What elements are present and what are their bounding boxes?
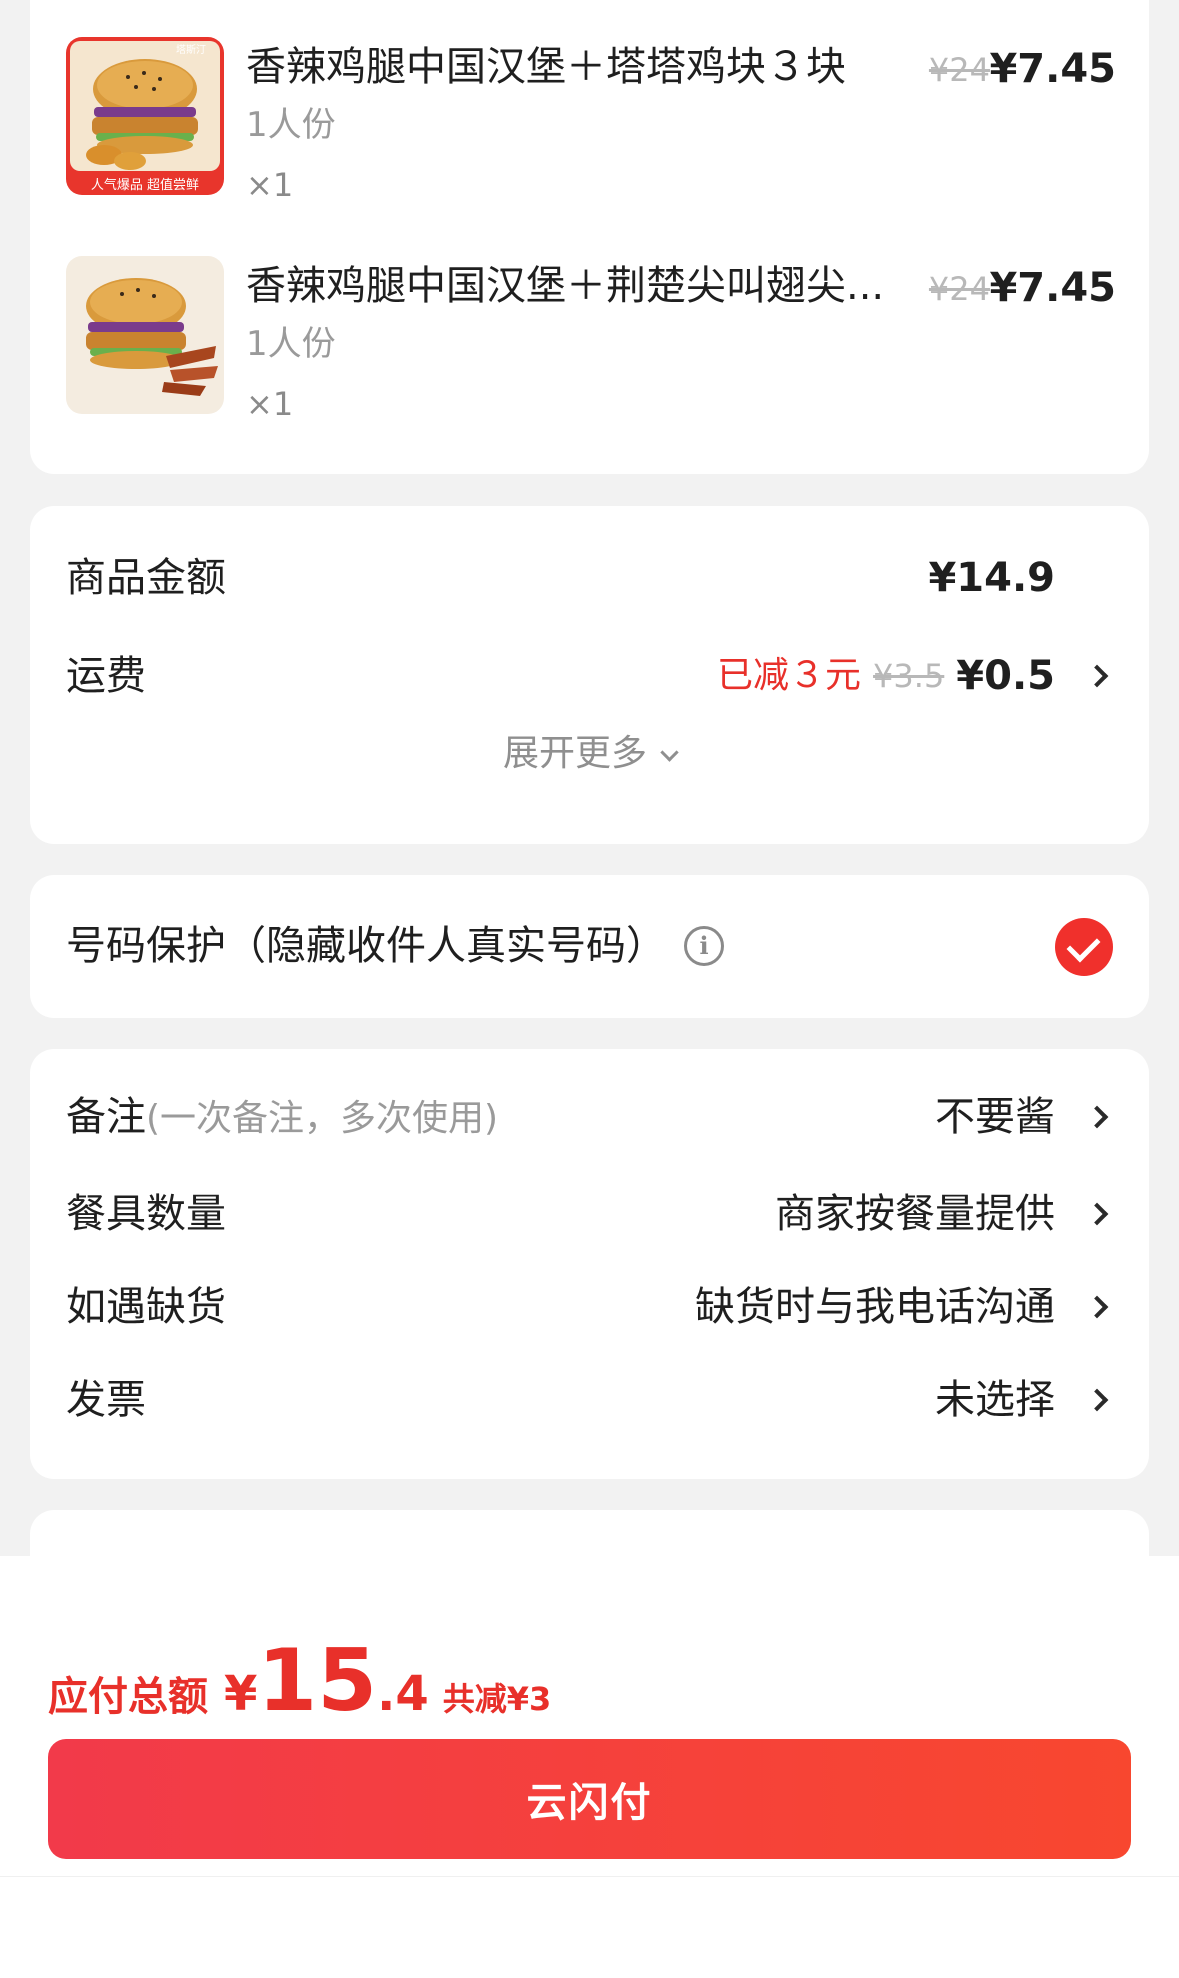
item-thumbnail: 人气爆品 超值尝鲜 塔斯汀	[66, 37, 224, 195]
invoice-row[interactable]: 未选择	[935, 1372, 1111, 1428]
item-quantity: ×1	[246, 385, 294, 423]
item-thumbnail	[66, 256, 224, 414]
shipping-fee-value: ¥0.5	[956, 653, 1055, 699]
chevron-right-icon	[1085, 1388, 1109, 1412]
bottom-safe-area	[0, 1876, 1179, 1978]
stockout-row[interactable]: 缺货时与我电话沟通	[695, 1279, 1111, 1335]
goods-amount-label: 商品金额	[66, 555, 226, 601]
tableware-label: 餐具数量	[66, 1191, 226, 1237]
total-decimal: .4	[377, 1666, 429, 1722]
number-privacy-row: 号码保护（隐藏收件人真实号码） i	[66, 918, 724, 974]
item-name: 香辣鸡腿中国汉堡＋塔塔鸡块３块	[246, 44, 846, 90]
chevron-right-icon	[1085, 664, 1109, 688]
pay-button[interactable]: 云闪付	[48, 1739, 1131, 1859]
order-item[interactable]: 香辣鸡腿中国汉堡＋荆楚尖叫翅尖... 1人份 ×1 ¥24 ¥7.45	[66, 256, 1116, 426]
remark-label-wrap: 备注(一次备注，多次使用)	[66, 1089, 498, 1147]
amount-card: 商品金额 ¥14.9 运费 已减３元 ¥3.5 ¥0.5 展开更多	[30, 506, 1149, 844]
remark-value: 不要酱	[935, 1094, 1055, 1140]
thumb-brand-text: 塔斯汀	[176, 43, 206, 56]
checkmark-icon[interactable]	[1055, 918, 1113, 976]
total-amount: 应付总额 ¥ 15 .4 共减¥3	[48, 1636, 551, 1726]
stockout-label: 如遇缺货	[66, 1284, 226, 1330]
shipping-original: ¥3.5	[873, 657, 945, 695]
chevron-right-icon	[1085, 1295, 1109, 1319]
chevron-down-icon	[660, 743, 679, 762]
expand-more-button[interactable]: 展开更多	[30, 728, 1149, 780]
invoice-label: 发票	[66, 1377, 146, 1423]
shipping-discount: 已减３元	[717, 655, 862, 696]
stockout-value: 缺货时与我电话沟通	[695, 1284, 1055, 1330]
item-name: 香辣鸡腿中国汉堡＋荆楚尖叫翅尖...	[246, 263, 885, 309]
order-options-card: 备注(一次备注，多次使用) 不要酱 餐具数量 商家按餐量提供 如遇缺货 缺货时与…	[30, 1049, 1149, 1479]
total-saved: 共减¥3	[442, 1680, 552, 1718]
total-currency: ¥	[224, 1666, 258, 1722]
tableware-value: 商家按餐量提供	[775, 1191, 1055, 1237]
item-price: ¥7.45	[989, 265, 1116, 311]
item-original-price: ¥24	[928, 270, 990, 308]
thumb-banner-text: 人气爆品 超值尝鲜	[91, 177, 199, 193]
goods-amount-value-wrap: ¥14.9	[928, 550, 1055, 606]
info-icon[interactable]: i	[684, 926, 724, 966]
goods-amount-value: ¥14.9	[928, 555, 1055, 601]
item-spec: 1人份	[246, 324, 336, 364]
shipping-fee-label: 运费	[66, 653, 146, 699]
number-privacy-card: 号码保护（隐藏收件人真实号码） i	[30, 875, 1149, 1018]
order-item[interactable]: 人气爆品 超值尝鲜 塔斯汀 香辣鸡腿中国汉堡＋塔塔鸡块３块 1人份 ×1 ¥24…	[66, 37, 1116, 207]
item-quantity: ×1	[246, 166, 294, 204]
total-integer: 15	[257, 1631, 378, 1731]
item-original-price: ¥24	[928, 51, 990, 89]
invoice-value: 未选择	[935, 1377, 1055, 1423]
tableware-row[interactable]: 商家按餐量提供	[775, 1186, 1111, 1242]
expand-more-label: 展开更多	[502, 733, 647, 774]
total-label: 应付总额	[48, 1674, 208, 1720]
item-spec: 1人份	[246, 105, 336, 145]
remark-row[interactable]: 不要酱	[935, 1089, 1111, 1145]
remark-hint: (一次备注，多次使用)	[146, 1098, 499, 1139]
item-price: ¥7.45	[989, 46, 1116, 92]
order-items-card: 人气爆品 超值尝鲜 塔斯汀 香辣鸡腿中国汉堡＋塔塔鸡块３块 1人份 ×1 ¥24…	[30, 0, 1149, 474]
shipping-fee-row[interactable]: 已减３元 ¥3.5 ¥0.5	[717, 648, 1111, 704]
checkout-bar: 应付总额 ¥ 15 .4 共减¥3 云闪付	[0, 1556, 1179, 1978]
remark-label: 备注	[66, 1094, 146, 1140]
number-privacy-label: 号码保护（隐藏收件人真实号码）	[66, 923, 666, 969]
chevron-right-icon	[1085, 1105, 1109, 1129]
chevron-right-icon	[1085, 1202, 1109, 1226]
